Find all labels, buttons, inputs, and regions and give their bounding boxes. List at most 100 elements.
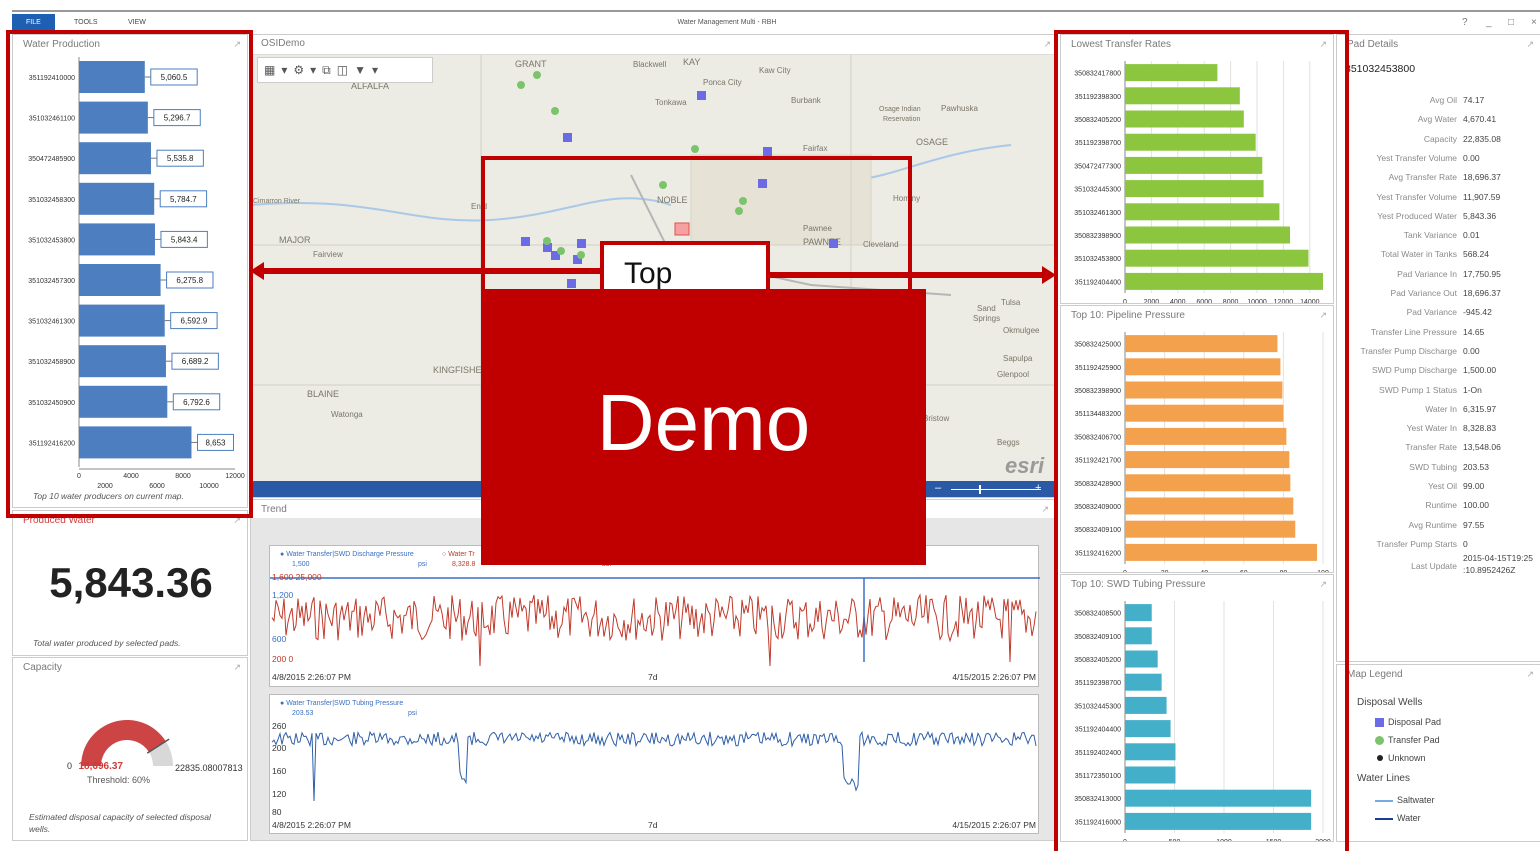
detail-value: 1,500.00 <box>1463 365 1497 376</box>
detail-value: 74.17 <box>1463 95 1485 105</box>
zoom-slider-track[interactable] <box>951 489 1041 490</box>
pipeline-pressure-panel: Top 10: Pipeline Pressure ↗ 350832425000… <box>1060 305 1334 573</box>
transfer-pad-marker <box>735 207 743 215</box>
popout-icon[interactable]: ↗ <box>233 662 241 673</box>
category-label: 351032453800 <box>28 237 75 244</box>
detail-value: 8,328.83 <box>1463 423 1497 434</box>
popout-icon[interactable]: ↗ <box>1526 39 1534 50</box>
category-label: 351032458300 <box>28 197 75 204</box>
map-label: MAJOR <box>279 235 311 245</box>
detail-key: Transfer Pump Discharge <box>1360 345 1457 356</box>
zoom-out-icon[interactable]: – <box>935 482 941 494</box>
bar <box>1125 64 1218 82</box>
zoom-in-icon[interactable]: + <box>1035 482 1041 494</box>
map-label: Springs <box>973 314 1000 323</box>
category-label: 351192421700 <box>1075 458 1121 465</box>
map-label: Enid <box>471 202 487 211</box>
detail-row: Yest Water In 8,328.83 <box>1337 423 1540 435</box>
popout-icon[interactable]: ↗ <box>1043 39 1051 50</box>
trend-lower-value: 203.53 <box>292 710 314 717</box>
bar <box>1125 133 1256 151</box>
help-icon[interactable]: ? <box>1462 14 1468 32</box>
bar <box>79 182 155 215</box>
produced-water-title: Produced Water <box>23 515 95 526</box>
water-production-chart: 351192410000 5,060.5 351032461100 5,296.7 35… <box>28 57 245 490</box>
transfer-pad-marker <box>551 107 559 115</box>
minimize-icon[interactable]: _ <box>1486 14 1492 32</box>
tick-label: 1000 <box>1216 839 1232 842</box>
trend-upper-legend1-value: 1,500 <box>292 561 310 568</box>
map-label: BLAINE <box>307 389 339 399</box>
bar <box>1125 272 1323 290</box>
category-label: 350832409100 <box>1074 527 1121 534</box>
arrow-left-shaft <box>262 268 602 274</box>
value-label: 6,689.2 <box>182 357 209 366</box>
bar <box>1125 180 1264 198</box>
trend-lower-plot[interactable]: 260 200 160 120 80 <box>270 721 1040 821</box>
tick-label: 8000 <box>175 473 191 480</box>
disposal-pad-marker <box>567 279 576 288</box>
trend-upper-span: 7d <box>648 672 658 682</box>
layers-icon[interactable]: ▦▾ <box>264 63 293 77</box>
map-label: Watonga <box>331 410 363 419</box>
popout-icon[interactable]: ↗ <box>233 515 241 526</box>
saltwater-line-icon <box>1375 800 1393 802</box>
popout-icon[interactable]: ↗ <box>1319 579 1327 590</box>
category-label: 351192398700 <box>1075 680 1121 687</box>
produced-water-panel: Produced Water ↗ 5,843.36 Total water pr… <box>12 510 248 656</box>
pipeline-pressure-chart: 350832425000 351192425900 350832398900 3511… <box>1074 332 1329 572</box>
lowest-transfer-panel: Lowest Transfer Rates ↗ 350832417800 3511… <box>1060 34 1334 304</box>
popout-icon[interactable]: ↗ <box>1319 310 1327 321</box>
detail-key: Tank Variance <box>1403 230 1457 241</box>
symbology-icon[interactable]: ⚙▾ <box>293 63 322 77</box>
detail-key: Avg Oil <box>1429 95 1457 105</box>
detail-value: 99.00 <box>1463 481 1485 491</box>
detail-value: 22,835.08 <box>1463 133 1501 144</box>
map-label: Osage Indian <box>879 106 921 113</box>
detail-value: 4,670.41 <box>1463 114 1497 125</box>
popout-icon[interactable]: ↗ <box>1041 504 1049 515</box>
zoom-extent-icon[interactable]: ◫ <box>337 63 354 77</box>
detail-value: 6,315.97 <box>1463 403 1497 414</box>
map-label: Reservation <box>883 116 920 123</box>
value-label: 5,296.7 <box>164 114 191 123</box>
category-label: 350832409100 <box>1074 634 1121 641</box>
detail-row: Pad Variance -945.42 <box>1337 307 1540 319</box>
map-label: Okmulgee <box>1003 326 1040 335</box>
window-title: Water Management Multi - RBH <box>677 19 777 26</box>
category-label: 351192416200 <box>1075 550 1121 557</box>
legend-disposal-pad: Disposal Pad <box>1388 717 1442 727</box>
detail-row: Avg Water 4,670.41 <box>1337 114 1540 126</box>
map-label: Cleveland <box>863 240 899 249</box>
esri-logo: esri <box>1005 453 1045 478</box>
map-label: Beggs <box>997 438 1020 447</box>
demo-text: Demo <box>596 378 811 467</box>
filter-icon[interactable]: ▼▾ <box>354 63 384 77</box>
popout-icon[interactable]: ↗ <box>1319 39 1327 50</box>
popout-icon[interactable]: ↗ <box>1526 669 1534 680</box>
category-label: 351032453800 <box>1074 256 1121 263</box>
zoom-slider-handle[interactable] <box>979 485 981 494</box>
category-label: 351134483200 <box>1075 411 1121 418</box>
category-label: 351192398300 <box>1075 94 1121 101</box>
gauge-min-label: 0 <box>67 761 72 771</box>
capacity-caption-line2: wells. <box>29 824 51 834</box>
close-icon[interactable]: × <box>1531 14 1537 32</box>
trend-upper-plot[interactable]: 1,600 25,000 1,200 600 200 0 <box>270 570 1040 680</box>
detail-row: Pad Variance In 17,750.95 <box>1337 269 1540 281</box>
detail-row: SWD Pump Discharge 1,500.00 <box>1337 365 1540 377</box>
category-label: 351032445300 <box>1074 187 1121 194</box>
bar <box>79 304 165 337</box>
detail-value: 5,843.36 <box>1463 210 1497 221</box>
detail-key: Avg Water <box>1417 114 1457 125</box>
category-label: 351032458900 <box>28 359 75 366</box>
tick-label: 8000 <box>1223 299 1239 304</box>
select-icon[interactable]: ⧉ <box>322 63 337 77</box>
trend-lower: ● Water Transfer|SWD Tubing Pressure 203… <box>269 694 1039 834</box>
restore-icon[interactable]: □ <box>1508 14 1514 32</box>
map-label: Burbank <box>791 96 822 105</box>
detail-row: Tank Variance 0.01 <box>1337 230 1540 242</box>
produced-water-caption: Total water produced by selected pads. <box>33 638 181 648</box>
detail-value: 0.01 <box>1463 230 1480 241</box>
detail-row: Yest Transfer Volume 11,907.59 <box>1337 192 1540 204</box>
